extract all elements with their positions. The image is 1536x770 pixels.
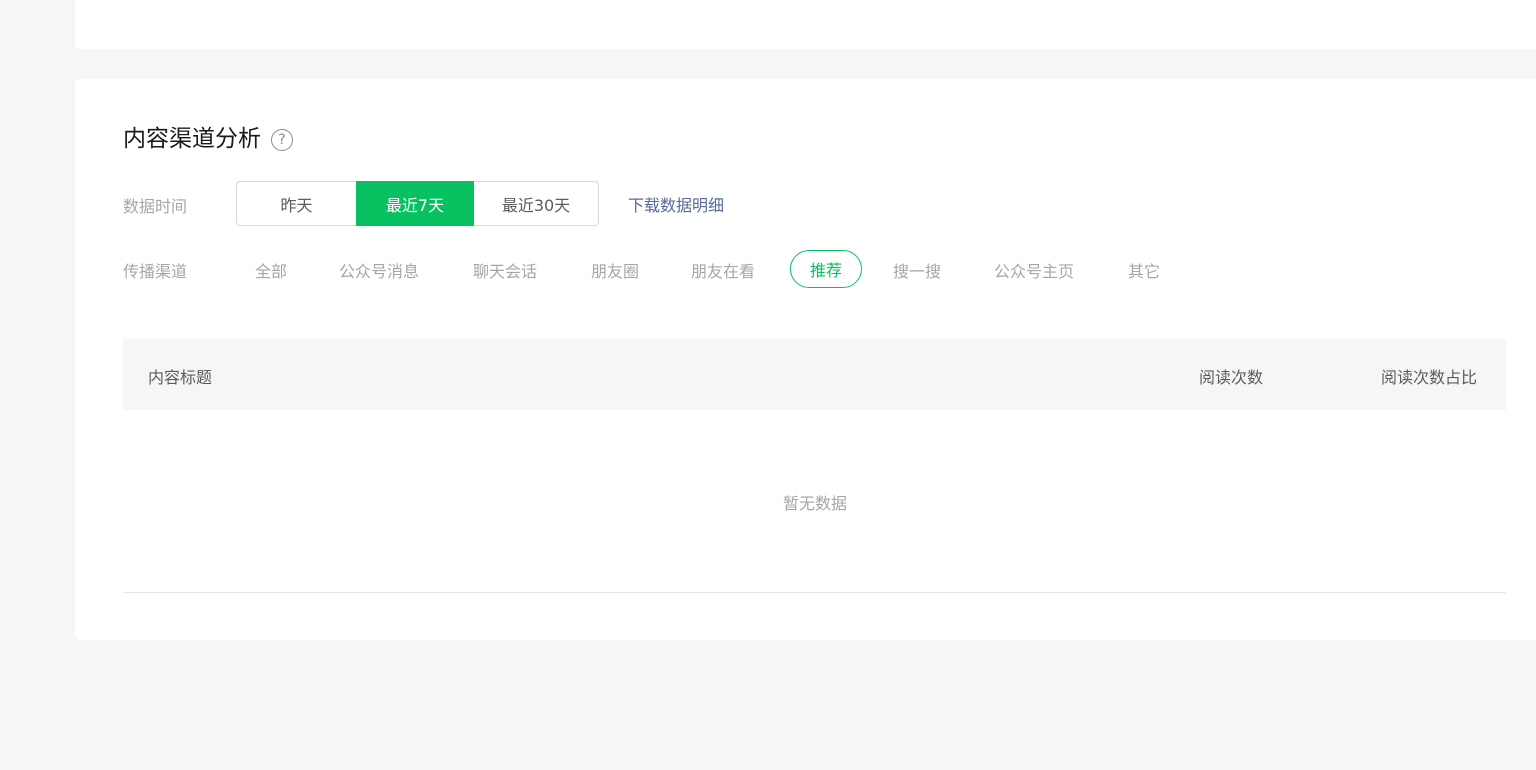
range-last-7-days-button[interactable]: 最近7天: [356, 181, 474, 226]
channel-tab-account-homepage[interactable]: 公众号主页: [994, 258, 1074, 282]
channel-tab-all[interactable]: 全部: [255, 258, 287, 282]
download-data-detail-link[interactable]: 下载数据明细: [628, 192, 724, 216]
channel-tab-recommended[interactable]: 推荐: [790, 250, 862, 288]
data-time-label: 数据时间: [123, 197, 188, 216]
range-yesterday-button[interactable]: 昨天: [236, 181, 356, 226]
question-circle-icon[interactable]: ?: [271, 129, 293, 151]
section-title: 内容渠道分析 ?: [123, 123, 293, 155]
channel-tab-official-account-message[interactable]: 公众号消息: [339, 258, 419, 282]
channel-tab-friends-watching[interactable]: 朋友在看: [691, 258, 755, 282]
range-last-30-days-button[interactable]: 最近30天: [474, 181, 599, 226]
channel-tab-other[interactable]: 其它: [1128, 258, 1160, 282]
column-header-read-ratio[interactable]: 阅读次数占比: [1381, 364, 1477, 388]
column-header-read-count[interactable]: 阅读次数: [1199, 364, 1263, 388]
previous-section-card: [75, 0, 1536, 49]
channel-tab-chat[interactable]: 聊天会话: [473, 258, 537, 282]
content-channel-analysis-card: 内容渠道分析 ? 数据时间 昨天 最近7天 最近30天 下载数据明细 传播渠道 …: [75, 79, 1536, 640]
column-header-content-title: 内容标题: [148, 368, 213, 387]
empty-state-text: 暂无数据: [782, 494, 847, 513]
channel-label: 传播渠道: [123, 262, 188, 281]
channel-tab-moments[interactable]: 朋友圈: [591, 258, 639, 282]
time-range-selector: 昨天 最近7天 最近30天: [236, 181, 599, 226]
table-header: 内容标题 阅读次数 阅读次数占比: [123, 339, 1506, 410]
section-title-text: 内容渠道分析: [123, 126, 261, 152]
table-divider: [123, 592, 1506, 593]
channel-tab-search[interactable]: 搜一搜: [893, 258, 941, 282]
